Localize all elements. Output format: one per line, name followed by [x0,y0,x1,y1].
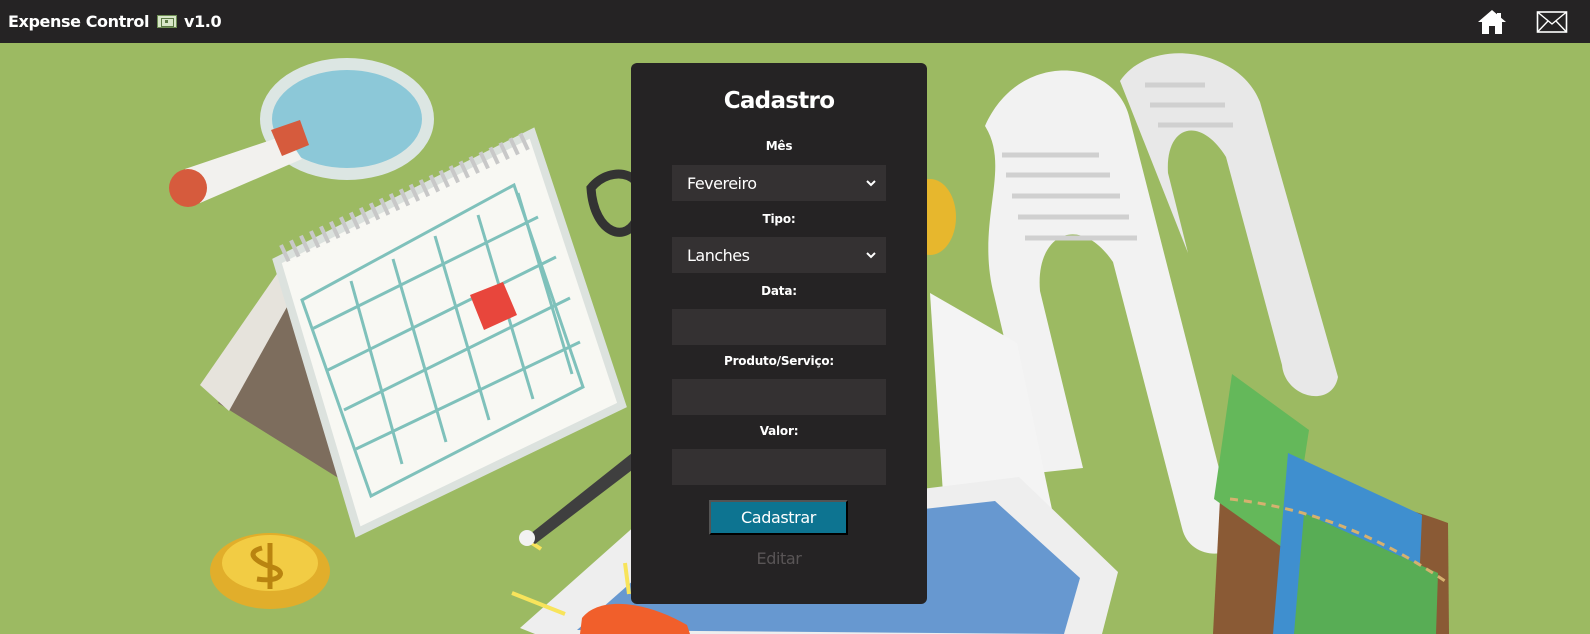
month-select[interactable]: Fevereiro [672,165,886,201]
brand: Expense Control v1.0 [8,12,222,31]
type-selected-value: Lanches [687,245,750,265]
product-service-label: Produto/Serviço: [723,354,835,368]
register-button[interactable]: Cadastrar [709,500,848,535]
date-field[interactable] [672,309,886,345]
home-icon[interactable] [1476,8,1508,36]
top-icons [1476,8,1568,36]
money-icon [157,15,178,28]
month-selected-value: Fevereiro [687,173,757,193]
product-service-field[interactable] [672,379,886,415]
date-label: Data: [761,284,797,298]
month-label: Mês [765,139,793,153]
amount-field[interactable] [672,449,886,485]
registration-card: Cadastro Mês Fevereiro Tipo: Lanches Dat… [631,63,927,604]
amount-label: Valor: [759,424,799,438]
mail-icon[interactable] [1536,8,1568,36]
app-title: Expense Control [8,12,150,31]
app-version: v1.0 [184,12,222,31]
edit-button[interactable]: Editar [631,549,927,568]
top-navigation-bar: Expense Control v1.0 [0,0,1590,43]
form-title: Cadastro [723,88,835,114]
type-label: Tipo: [762,212,796,226]
chevron-down-icon [866,179,876,186]
chevron-down-icon [866,251,876,258]
type-select[interactable]: Lanches [672,237,886,273]
